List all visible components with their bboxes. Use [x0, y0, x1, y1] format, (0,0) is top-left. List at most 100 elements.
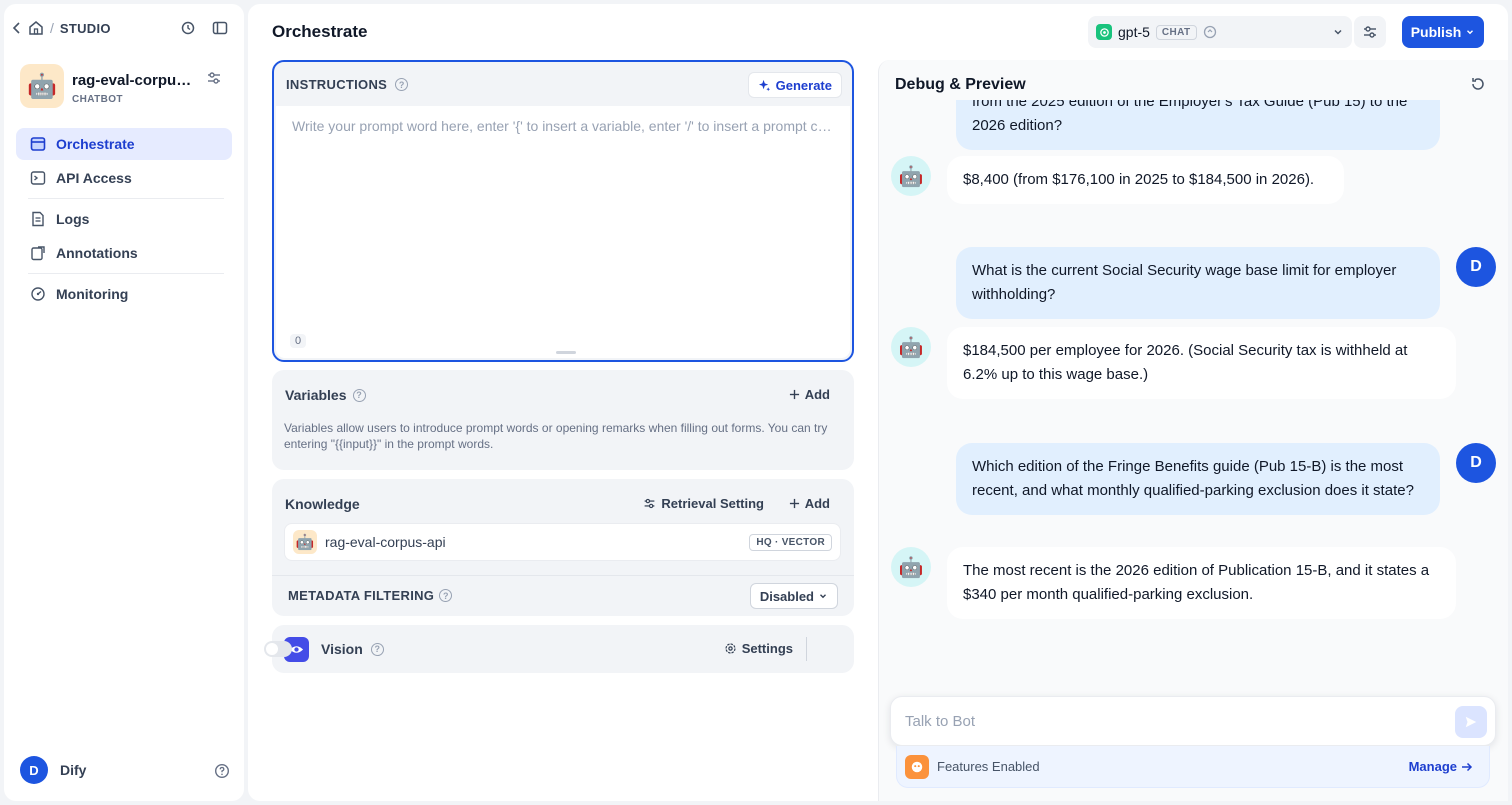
divider — [28, 198, 224, 199]
add-variable-button[interactable]: Add — [789, 387, 830, 402]
model-mode-chip: CHAT — [1155, 24, 1197, 40]
variables-panel: Variables ? Add Variables allow users to… — [272, 370, 854, 470]
chat-messages: from the 2025 edition of the Employer's … — [879, 100, 1508, 694]
vision-panel: Vision ? Settings — [264, 625, 854, 673]
bot-message: The most recent is the 2026 edition of P… — [947, 547, 1456, 619]
user-avatar: D — [1456, 247, 1496, 287]
sidebar-item-orchestrate[interactable]: Orchestrate — [16, 128, 232, 160]
refresh-icon[interactable] — [1470, 76, 1486, 92]
add-knowledge-button[interactable]: Add — [789, 496, 830, 511]
terminal-icon — [30, 170, 46, 186]
openai-icon — [1096, 24, 1112, 40]
gear-icon — [724, 642, 737, 655]
model-status-icon — [1203, 25, 1217, 39]
send-button[interactable] — [1455, 706, 1487, 738]
resize-handle[interactable] — [556, 351, 576, 354]
sidebar-item-logs[interactable]: Logs — [16, 203, 232, 235]
app-settings-icon[interactable] — [206, 70, 222, 86]
sparkle-icon — [758, 79, 771, 92]
plus-icon — [789, 498, 800, 509]
divider — [272, 575, 854, 576]
help-icon[interactable]: ? — [439, 589, 453, 602]
model-selector[interactable]: gpt-5 CHAT — [1088, 16, 1352, 48]
sidebar-item-annotations[interactable]: Annotations — [16, 237, 232, 269]
settings-label: Settings — [741, 641, 793, 656]
chevron-down-icon — [818, 591, 828, 601]
retrieval-label: Retrieval Setting — [661, 496, 764, 511]
bot-message: $8,400 (from $176,100 in 2025 to $184,50… — [947, 156, 1344, 204]
history-icon[interactable] — [180, 20, 196, 36]
sidebar-item-label: Annotations — [56, 245, 138, 261]
publish-button[interactable]: Publish — [1402, 16, 1484, 48]
sidebar-item-monitoring[interactable]: Monitoring — [16, 278, 232, 310]
help-icon[interactable]: ? — [352, 388, 366, 402]
app-type: CHATBOT — [72, 94, 123, 105]
retrieval-setting-button[interactable]: Retrieval Setting — [643, 496, 764, 511]
vision-toggle[interactable] — [264, 641, 292, 657]
index-badge: HQ · VECTOR — [749, 533, 832, 551]
knowledge-panel: Knowledge Retrieval Setting Add 🤖 rag-ev… — [272, 479, 854, 616]
features-bar: Features Enabled Manage — [896, 746, 1490, 788]
knowledge-item-name: rag-eval-corpus-api — [325, 534, 446, 550]
top-breadcrumb: / STUDIO — [12, 18, 111, 38]
feature-icon — [905, 754, 929, 779]
vision-header: Vision ? — [321, 641, 384, 657]
manage-label: Manage — [1408, 759, 1457, 774]
knowledge-item[interactable]: 🤖 rag-eval-corpus-api HQ · VECTOR — [284, 523, 841, 561]
manage-link[interactable]: Manage — [1409, 759, 1473, 774]
knowledge-title: Knowledge — [285, 496, 360, 512]
model-name: gpt-5 — [1118, 24, 1150, 40]
divider — [806, 637, 807, 661]
bot-avatar: 🤖 — [891, 156, 931, 196]
sidebar-toggle-icon[interactable] — [212, 20, 228, 36]
variables-header: Variables ? — [285, 387, 366, 403]
instructions-panel: INSTRUCTIONS ? Generate Write your promp… — [272, 60, 854, 362]
instructions-title: INSTRUCTIONS — [286, 77, 388, 92]
help-icon[interactable]: ? — [370, 642, 384, 656]
variables-title: Variables — [285, 387, 347, 403]
app-avatar: 🤖 — [20, 64, 64, 108]
sidebar-item-label: Orchestrate — [56, 136, 135, 152]
sidebar — [4, 4, 244, 801]
sidebar-item-label: API Access — [56, 170, 132, 186]
chat-input-placeholder: Talk to Bot — [905, 713, 976, 730]
file-list-icon — [30, 211, 46, 227]
prompt-placeholder: Write your prompt word here, enter '{' t… — [292, 118, 836, 134]
prompt-editor[interactable]: Write your prompt word here, enter '{' t… — [276, 106, 850, 358]
char-count: 0 — [290, 334, 307, 348]
model-params-button[interactable] — [1354, 16, 1386, 48]
window-icon — [30, 136, 46, 152]
instructions-header: INSTRUCTIONS ? — [286, 77, 409, 92]
send-icon — [1464, 715, 1478, 729]
sidebar-item-label: Logs — [56, 211, 90, 227]
help-icon[interactable] — [214, 763, 230, 779]
user-avatar: D — [1456, 443, 1496, 483]
help-icon[interactable]: ? — [395, 78, 409, 91]
user-avatar[interactable]: D — [20, 756, 48, 784]
add-label: Add — [804, 496, 830, 511]
chat-input[interactable]: Talk to Bot — [890, 696, 1496, 746]
publish-label: Publish — [1410, 24, 1462, 40]
home-icon[interactable] — [28, 20, 44, 36]
vision-settings-button[interactable]: Settings — [724, 641, 793, 656]
add-label: Add — [804, 387, 830, 402]
metadata-filter-value: Disabled — [759, 588, 814, 604]
account-row[interactable]: D Dify — [20, 756, 86, 784]
metadata-filter-select[interactable]: Disabled — [749, 583, 838, 609]
sidebar-item-label: Monitoring — [56, 286, 129, 302]
studio-link[interactable]: STUDIO — [60, 21, 111, 36]
sliders-icon — [643, 497, 656, 510]
bot-avatar: 🤖 — [891, 327, 931, 367]
debug-title: Debug & Preview — [895, 76, 1026, 93]
variables-description: Variables allow users to introduce promp… — [284, 421, 828, 451]
arrow-right-icon — [1461, 761, 1473, 773]
back-icon[interactable] — [12, 21, 22, 35]
bot-message: $184,500 per employee for 2026. (Social … — [947, 327, 1456, 399]
annotation-icon — [30, 245, 46, 261]
metadata-filter-header: METADATA FILTERING ? — [288, 588, 453, 603]
generate-label: Generate — [775, 77, 832, 93]
dataset-icon: 🤖 — [293, 530, 317, 554]
generate-button[interactable]: Generate — [747, 72, 842, 98]
gauge-icon — [30, 286, 46, 302]
sidebar-item-api-access[interactable]: API Access — [16, 162, 232, 194]
